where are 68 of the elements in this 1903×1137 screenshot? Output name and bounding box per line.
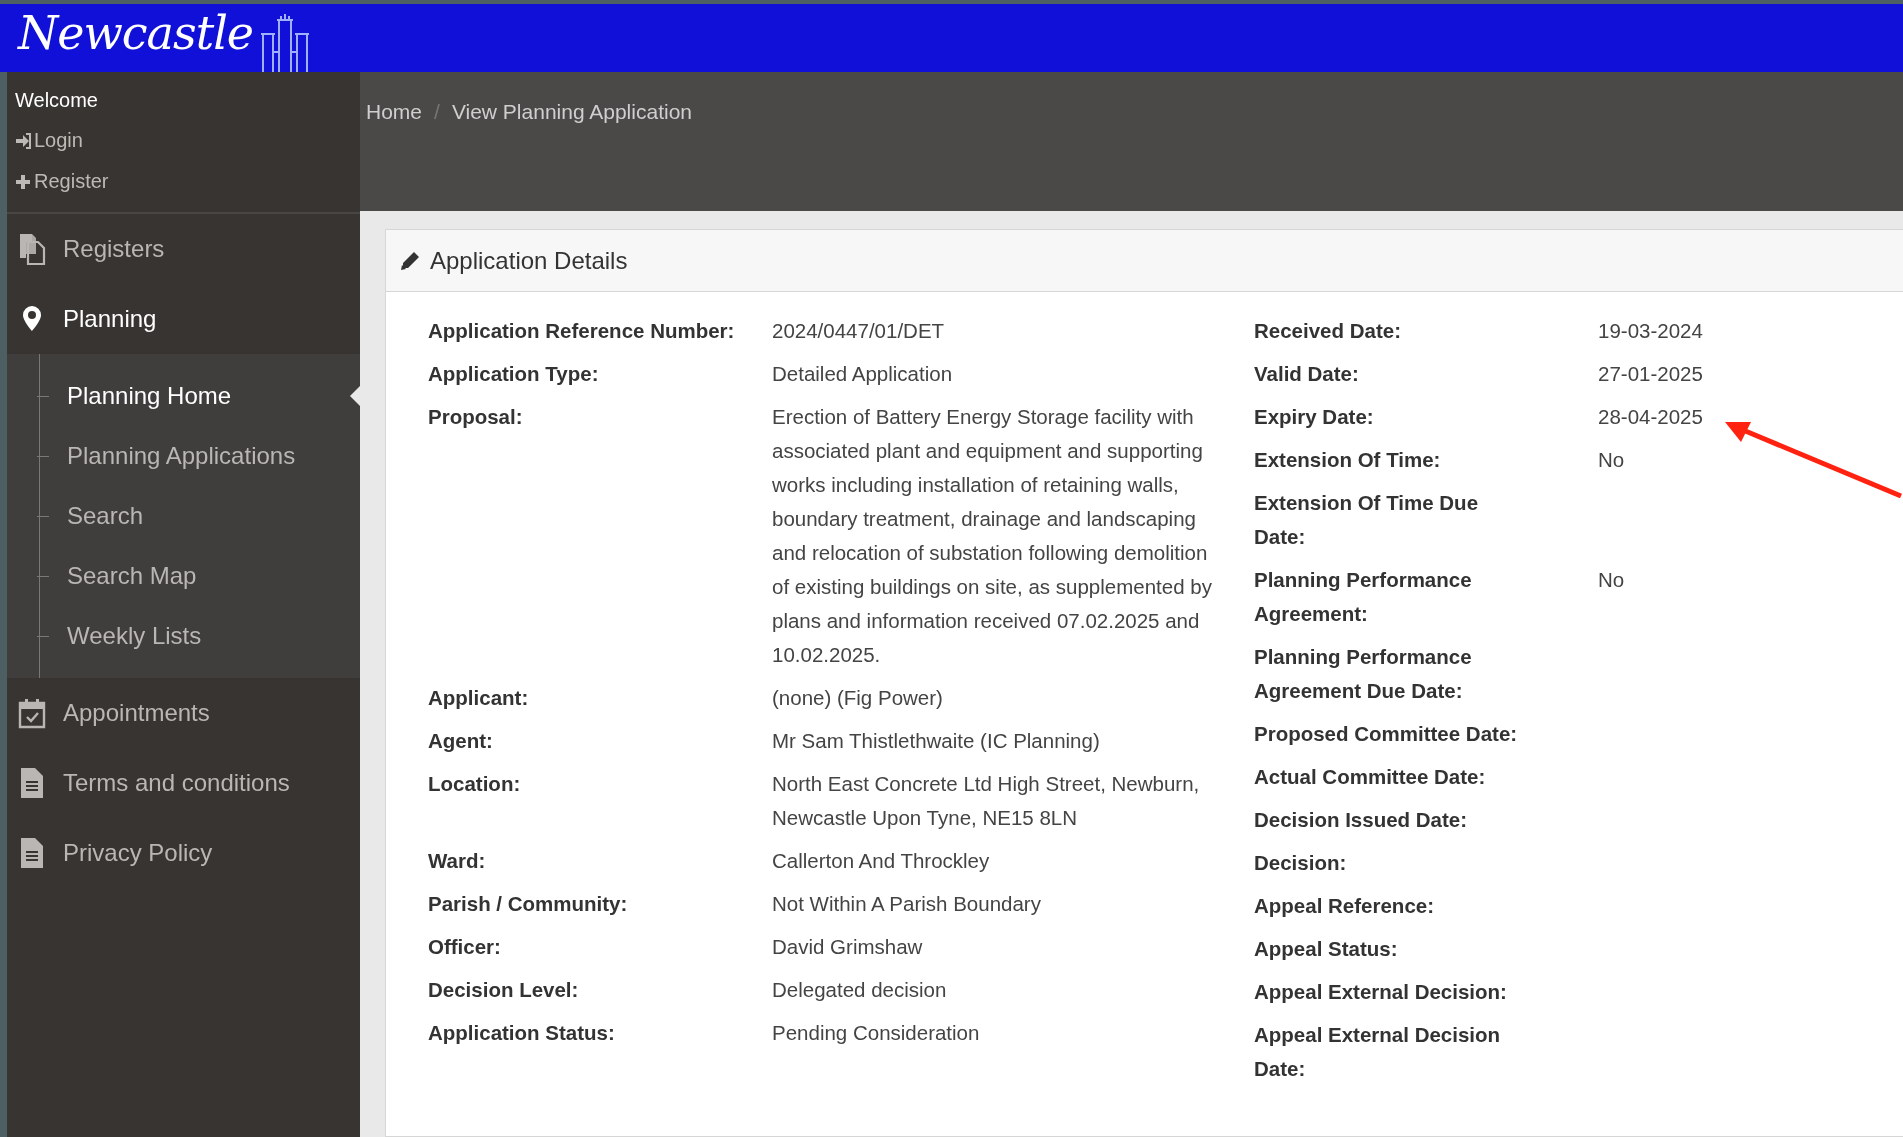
pencil-icon [400,250,420,271]
field-label: Received Date: [1254,318,1402,344]
submenu-item[interactable]: Weekly Lists [7,606,360,666]
field-value: Pending Consideration [772,1020,981,1046]
login-link[interactable]: Login [15,120,83,161]
field-value: Mr Sam Thistlethwaite (IC Planning) [772,728,1101,754]
castle-icon [259,12,312,72]
welcome-text: Welcome [15,88,99,113]
field-label: Agent: [428,728,494,754]
field-label: Decision Level: [428,977,580,1003]
submenu-item[interactable]: Search Map [7,546,360,606]
field-value: 28-04-2025 [1598,404,1703,430]
field-label: Applicant: [428,685,530,711]
files-icon [18,232,46,266]
sidebar-item[interactable]: Terms and conditions [7,748,360,818]
field-value: Detailed Application [772,361,954,387]
field-label: Officer: [428,934,502,960]
field-label: Parish / Community: [428,891,629,917]
field-label: Proposed Committee Date: [1254,721,1519,747]
field-value: Erection of Battery Energy Storage facility with associated plant and equipment and supporting works including installation of retaining walls, boundary treatment, drainage and landscaping and relocation of substation following demolition of existing buildings on site, as supplemented by plans and information received 07.02.2025 and 10.02.2025. [772,404,1213,668]
field-label: Ward: [428,848,487,874]
field-value: 19-03-2024 [1598,318,1703,344]
field-value: (none) (Fig Power) [772,685,944,711]
field-label: Appeal Reference: [1254,893,1435,919]
sidebar-item[interactable]: Registers [7,214,360,284]
logo-text: Newcastle [18,5,254,62]
field-label: Application Status: [428,1020,616,1046]
breadcrumb-separator: / [434,99,440,125]
field-value: 2024/0447/01/DET [772,318,946,344]
field-value: 27-01-2025 [1598,361,1703,387]
field-label: Decision Issued Date: [1254,807,1469,833]
field-label: Proposal: [428,404,524,430]
field-value: North East Concrete Ltd High Street, Newburn, Newcastle Upon Tyne, NE15 8LN [772,771,1201,831]
submenu-item[interactable]: Planning Applications [7,426,360,486]
field-label: Appeal External Decision: [1254,979,1508,1005]
sidebar-item[interactable]: Planning [7,284,360,354]
field-label: Planning Performance Agreement: [1254,567,1473,627]
field-label: Application Reference Number: [428,318,736,344]
field-label: Expiry Date: [1254,404,1375,430]
submenu-item[interactable]: Search [7,486,360,546]
field-value: Callerton And Throckley [772,848,991,874]
map-pin-icon [22,306,42,332]
sidebar-item[interactable]: Appointments [7,678,360,748]
field-label: Appeal Status: [1254,936,1399,962]
document-icon [19,836,45,870]
field-value: David Grimshaw [772,934,924,960]
register-link[interactable]: Register [15,161,109,202]
field-value: No [1598,567,1625,593]
breadcrumb-link[interactable]: Home [366,96,423,128]
sign-in-icon [15,132,31,149]
field-label: Appeal External Decision Date: [1254,1022,1502,1082]
field-value: Not Within A Parish Boundary [772,891,1042,917]
field-value: No [1598,447,1625,473]
sidebar-item[interactable]: Privacy Policy [7,818,360,888]
field-label: Actual Committee Date: [1254,764,1487,790]
field-label: Valid Date: [1254,361,1360,387]
breadcrumb-link[interactable]: View Planning Application [451,96,692,128]
field-label: Planning Performance Agreement Due Date: [1254,644,1473,704]
document-icon [19,766,45,800]
field-label: Application Type: [428,361,600,387]
panel-title: Application Details [430,245,628,276]
field-label: Extension Of Time: [1254,447,1442,473]
calendar-check-icon [18,697,46,729]
field-label: Location: [428,771,522,797]
field-value: Delegated decision [772,977,948,1003]
field-label: Extension Of Time Due Date: [1254,490,1480,550]
field-label: Decision: [1254,850,1348,876]
plus-icon [15,173,31,190]
